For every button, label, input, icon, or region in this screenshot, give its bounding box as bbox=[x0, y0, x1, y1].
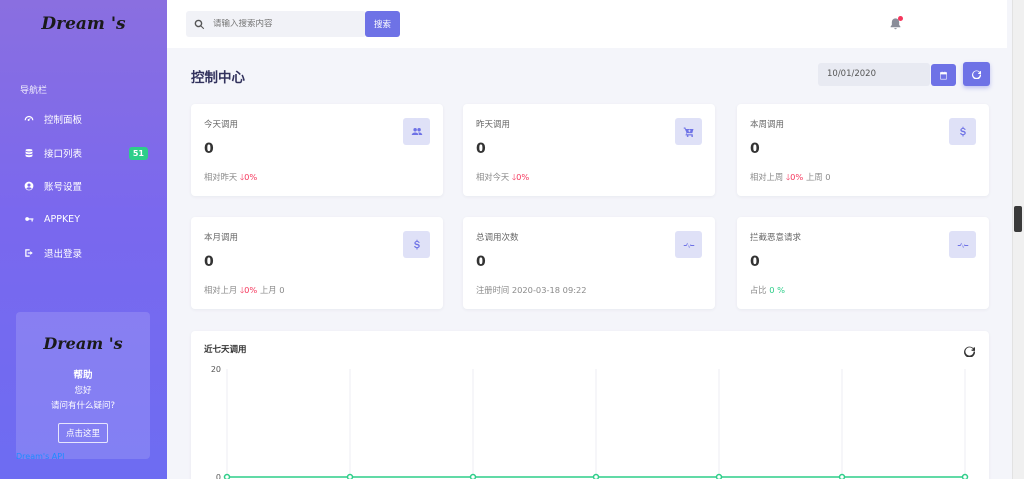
stat-comparison: 相对昨天 🡓0% bbox=[204, 172, 258, 182]
dollar-icon bbox=[949, 118, 976, 145]
date-input[interactable]: 10/01/2020 bbox=[818, 63, 930, 86]
stat-label: 拦截恶意请求 bbox=[750, 233, 802, 243]
help-button[interactable]: 点击这里 bbox=[57, 423, 108, 443]
data-point bbox=[961, 473, 969, 479]
sidebar-item-api-list[interactable]: 接口列表 51 bbox=[22, 143, 148, 163]
sidebar-item-label: 接口列表 bbox=[44, 149, 83, 160]
sidebar-item-logout[interactable]: 退出登录 bbox=[22, 243, 148, 263]
sidebar-item-label: 控制面板 bbox=[44, 115, 83, 126]
nav-heading: 导航栏 bbox=[20, 86, 48, 96]
registration-time: 注册时间 2020-03-18 09:22 bbox=[476, 285, 587, 295]
stat-label: 总调用次数 bbox=[476, 233, 519, 243]
stat-value: 0 bbox=[204, 141, 214, 157]
gauge-icon bbox=[22, 114, 36, 124]
sidebar-item-label: 账号设置 bbox=[44, 182, 83, 193]
stat-card-blocked: 拦截恶意请求 0 占比 0 % bbox=[737, 217, 989, 309]
stat-value: 0 bbox=[750, 254, 760, 270]
help-card: Dream 's 帮助 您好 请问有什么疑问? 点击这里 bbox=[16, 312, 150, 459]
stat-ratio: 占比 0 % bbox=[750, 285, 786, 295]
stat-value: 0 bbox=[750, 141, 760, 157]
dollar-icon bbox=[403, 231, 430, 258]
calendar-icon bbox=[940, 71, 947, 79]
search-input[interactable] bbox=[213, 19, 353, 29]
stat-label: 本月调用 bbox=[204, 233, 239, 243]
footer-link[interactable]: Dream's API bbox=[16, 452, 64, 461]
refresh-icon bbox=[964, 346, 976, 358]
logout-icon bbox=[22, 248, 36, 258]
key-icon bbox=[22, 214, 36, 224]
stat-value: 0 bbox=[476, 254, 486, 270]
data-point bbox=[346, 473, 354, 479]
cart-icon bbox=[675, 118, 702, 145]
stat-card-month: 本月调用 0 相对上月 🡓0% 上月 0 bbox=[191, 217, 443, 309]
data-point bbox=[223, 473, 231, 479]
help-title: 帮助 bbox=[73, 370, 93, 381]
brand-logo[interactable]: Dream 's bbox=[0, 14, 167, 34]
stat-comparison: 相对今天 🡓0% bbox=[476, 172, 530, 182]
stat-label: 今天调用 bbox=[204, 120, 239, 130]
stat-comparison: 相对上周 🡓0% 上周 0 bbox=[750, 172, 831, 182]
data-point bbox=[838, 473, 846, 479]
top-bar: 搜索 bbox=[167, 0, 1007, 48]
search-icon bbox=[194, 19, 205, 29]
stat-card-yesterday: 昨天调用 0 相对今天 🡓0% bbox=[463, 104, 715, 196]
stat-value: 0 bbox=[476, 141, 486, 157]
count-badge: 51 bbox=[128, 146, 148, 160]
y-tick-label: 0 bbox=[216, 473, 221, 479]
stat-card-today: 今天调用 0 相对昨天 🡓0% bbox=[191, 104, 443, 196]
sidebar-item-appkey[interactable]: APPKEY bbox=[22, 209, 148, 229]
sidebar: Dream 's 导航栏 控制面板 接口列表 51 账号设置 APPKEY 退出… bbox=[0, 0, 167, 479]
data-point bbox=[715, 473, 723, 479]
user-circle-icon bbox=[22, 181, 36, 191]
database-icon bbox=[22, 148, 36, 158]
help-greeting: 您好 bbox=[74, 386, 92, 396]
notification-dot bbox=[898, 16, 903, 21]
stat-card-total: 总调用次数 0 注册时间 2020-03-18 09:22 bbox=[463, 217, 715, 309]
chart-title: 近七天调用 bbox=[204, 345, 247, 355]
pulse-icon bbox=[949, 231, 976, 258]
refresh-icon bbox=[972, 69, 981, 79]
calendar-button[interactable] bbox=[931, 64, 956, 86]
page-title: 控制中心 bbox=[191, 70, 245, 86]
sidebar-item-dashboard[interactable]: 控制面板 bbox=[22, 109, 148, 129]
stat-card-week: 本周调用 0 相对上周 🡓0% 上周 0 bbox=[737, 104, 989, 196]
stat-label: 本周调用 bbox=[750, 120, 785, 130]
y-tick-label: 20 bbox=[211, 365, 221, 374]
stat-comparison: 相对上月 🡓0% 上月 0 bbox=[204, 285, 285, 295]
data-point bbox=[592, 473, 600, 479]
notification-bell[interactable] bbox=[889, 16, 903, 32]
search-box bbox=[186, 11, 366, 37]
users-icon bbox=[403, 118, 430, 145]
sidebar-item-label: 退出登录 bbox=[44, 249, 83, 260]
help-question: 请问有什么疑问? bbox=[50, 401, 115, 411]
chart-card: 近七天调用 20 0 bbox=[191, 331, 989, 479]
search-button[interactable]: 搜索 bbox=[365, 11, 400, 37]
sidebar-item-account[interactable]: 账号设置 bbox=[22, 176, 148, 196]
scrollbar-thumb[interactable] bbox=[1014, 206, 1022, 232]
pulse-icon bbox=[675, 231, 702, 258]
data-point bbox=[469, 473, 477, 479]
refresh-button[interactable] bbox=[963, 62, 990, 86]
stat-label: 昨天调用 bbox=[476, 120, 511, 130]
scrollbar-track[interactable] bbox=[1012, 0, 1024, 479]
stat-value: 0 bbox=[204, 254, 214, 270]
help-logo: Dream 's bbox=[43, 334, 123, 353]
line-chart: 20 0 bbox=[211, 365, 969, 479]
sidebar-item-label: APPKEY bbox=[44, 213, 80, 225]
